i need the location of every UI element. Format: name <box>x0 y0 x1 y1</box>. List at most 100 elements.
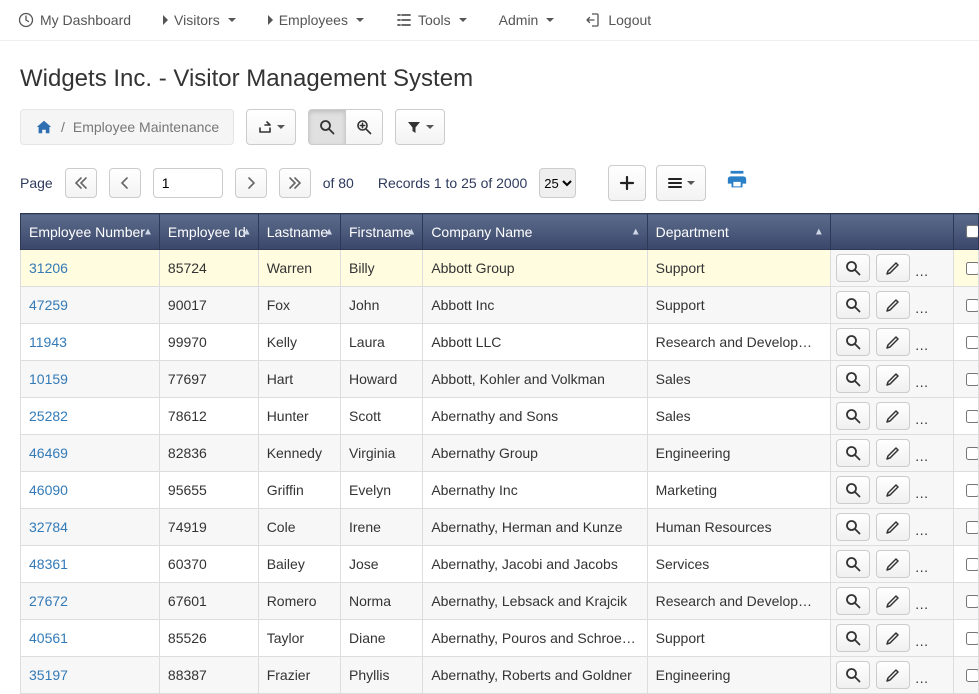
row-select-checkbox[interactable] <box>966 262 978 275</box>
row-select-checkbox[interactable] <box>966 595 978 608</box>
col-header-emp-num[interactable]: Employee Number▲ <box>21 214 160 250</box>
col-header-department[interactable]: Department▲ <box>647 214 830 250</box>
cell-select <box>954 324 979 361</box>
copy-row-button[interactable] <box>916 365 950 393</box>
copy-row-button[interactable] <box>916 402 950 430</box>
copy-icon <box>925 260 941 276</box>
view-row-button[interactable] <box>836 513 870 541</box>
view-row-button[interactable] <box>836 587 870 615</box>
edit-row-button[interactable] <box>876 365 910 393</box>
edit-row-button[interactable] <box>876 439 910 467</box>
edit-row-button[interactable] <box>876 550 910 578</box>
row-select-checkbox[interactable] <box>966 521 978 534</box>
col-header-emp-id[interactable]: Employee Id▲ <box>159 214 258 250</box>
emp-num-link[interactable]: 10159 <box>29 371 68 387</box>
print-button[interactable] <box>716 163 758 203</box>
edit-row-button[interactable] <box>876 328 910 356</box>
copy-row-button[interactable] <box>916 291 950 319</box>
emp-num-link[interactable]: 46090 <box>29 482 68 498</box>
copy-row-button[interactable] <box>916 439 950 467</box>
emp-num-link[interactable]: 47259 <box>29 297 68 313</box>
edit-row-button[interactable] <box>876 402 910 430</box>
nav-visitors[interactable]: Visitors <box>163 12 236 28</box>
view-row-button[interactable] <box>836 661 870 689</box>
export-button[interactable] <box>246 109 296 145</box>
view-row-button[interactable] <box>836 402 870 430</box>
row-select-checkbox[interactable] <box>966 299 978 312</box>
view-row-button[interactable] <box>836 476 870 504</box>
copy-row-button[interactable] <box>916 254 950 282</box>
pager-first-button[interactable] <box>65 168 97 198</box>
row-select-checkbox[interactable] <box>966 632 978 645</box>
row-select-checkbox[interactable] <box>966 447 978 460</box>
copy-row-button[interactable] <box>916 624 950 652</box>
search-zoom-button[interactable] <box>345 109 383 145</box>
edit-row-button[interactable] <box>876 587 910 615</box>
row-select-checkbox[interactable] <box>966 373 978 386</box>
row-select-checkbox[interactable] <box>966 336 978 349</box>
emp-num-link[interactable]: 40561 <box>29 630 68 646</box>
page-size-select[interactable]: 25 <box>539 168 576 198</box>
emp-num-link[interactable]: 25282 <box>29 408 68 424</box>
edit-row-button[interactable] <box>876 513 910 541</box>
pager-current-input[interactable] <box>153 168 223 198</box>
cell-department: Research and Development <box>647 583 830 620</box>
table-row: 40561 85526 Taylor Diane Abernathy, Pour… <box>21 620 979 657</box>
emp-num-link[interactable]: 31206 <box>29 260 68 276</box>
view-row-button[interactable] <box>836 550 870 578</box>
emp-num-link[interactable]: 48361 <box>29 556 68 572</box>
copy-row-button[interactable] <box>916 661 950 689</box>
edit-row-button[interactable] <box>876 254 910 282</box>
cell-emp-id: 88387 <box>159 657 258 694</box>
row-select-checkbox[interactable] <box>966 484 978 497</box>
col-header-select-all[interactable] <box>954 214 979 250</box>
nav-tools[interactable]: Tools <box>396 12 467 28</box>
view-row-button[interactable] <box>836 624 870 652</box>
row-select-checkbox[interactable] <box>966 669 978 682</box>
home-icon[interactable] <box>35 118 53 136</box>
edit-row-button[interactable] <box>876 661 910 689</box>
search-button[interactable] <box>308 109 346 145</box>
copy-row-button[interactable] <box>916 550 950 578</box>
edit-row-button[interactable] <box>876 476 910 504</box>
view-row-button[interactable] <box>836 328 870 356</box>
table-row: 25282 78612 Hunter Scott Abernathy and S… <box>21 398 979 435</box>
view-row-button[interactable] <box>836 365 870 393</box>
nav-admin[interactable]: Admin <box>499 12 555 28</box>
pager-last-button[interactable] <box>279 168 311 198</box>
plus-icon <box>619 175 635 191</box>
view-row-button[interactable] <box>836 291 870 319</box>
copy-row-button[interactable] <box>916 328 950 356</box>
cell-lastname: Frazier <box>258 657 340 694</box>
pager-next-button[interactable] <box>235 168 267 198</box>
nav-logout[interactable]: Logout <box>586 12 651 28</box>
row-select-checkbox[interactable] <box>966 558 978 571</box>
emp-num-link[interactable]: 46469 <box>29 445 68 461</box>
emp-num-link[interactable]: 35197 <box>29 667 68 683</box>
nav-employees[interactable]: Employees <box>268 12 364 28</box>
filter-button[interactable] <box>395 109 445 145</box>
add-record-button[interactable] <box>608 165 646 201</box>
copy-row-button[interactable] <box>916 513 950 541</box>
caret-down-icon <box>459 18 467 22</box>
view-options-button[interactable] <box>656 165 706 201</box>
emp-num-link[interactable]: 32784 <box>29 519 68 535</box>
caret-down-icon <box>356 18 364 22</box>
table-row: 46090 95655 Griffin Evelyn Abernathy Inc… <box>21 472 979 509</box>
copy-row-button[interactable] <box>916 476 950 504</box>
emp-num-link[interactable]: 11943 <box>29 334 67 350</box>
pager-prev-button[interactable] <box>109 168 141 198</box>
view-row-button[interactable] <box>836 439 870 467</box>
col-header-firstname[interactable]: Firstname▲ <box>341 214 423 250</box>
view-row-button[interactable] <box>836 254 870 282</box>
edit-row-button[interactable] <box>876 624 910 652</box>
nav-dashboard[interactable]: My Dashboard <box>18 12 131 28</box>
emp-num-link[interactable]: 27672 <box>29 593 68 609</box>
copy-row-button[interactable] <box>916 587 950 615</box>
col-header-company[interactable]: Company Name▲ <box>423 214 647 250</box>
cell-lastname: Bailey <box>258 546 340 583</box>
row-select-checkbox[interactable] <box>966 410 978 423</box>
select-all-checkbox[interactable] <box>966 225 978 238</box>
col-header-lastname[interactable]: Lastname▲ <box>258 214 340 250</box>
edit-row-button[interactable] <box>876 291 910 319</box>
